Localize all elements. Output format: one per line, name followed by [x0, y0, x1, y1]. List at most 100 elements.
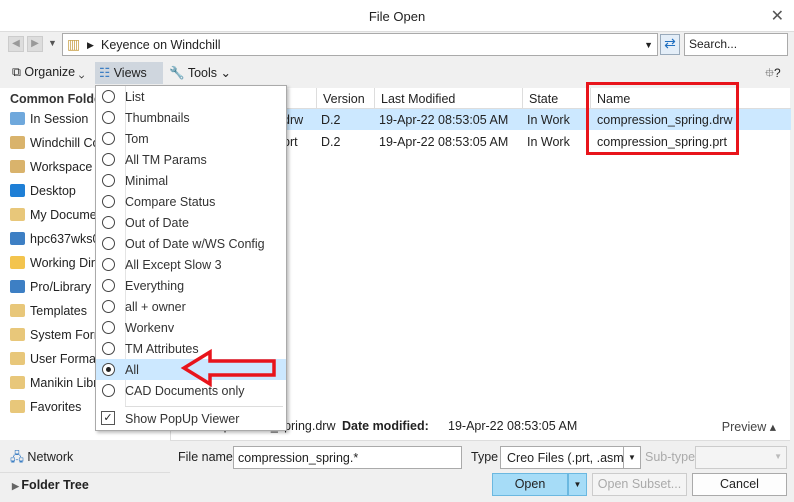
column-header-last-modified[interactable]: Last Modified [375, 88, 523, 109]
close-icon[interactable]: ✕ [771, 6, 784, 26]
radio-icon[interactable] [102, 111, 115, 124]
radio-icon[interactable] [102, 321, 115, 334]
windchill-server-icon: ▥ [67, 36, 81, 52]
sidebar-item-label: My Docume [30, 208, 97, 222]
menu-item-label: All Except Slow 3 [125, 258, 222, 272]
chevron-down-icon: ▼ [623, 447, 640, 468]
radio-icon[interactable] [102, 216, 115, 229]
radio-icon[interactable] [102, 384, 115, 397]
folder-icon [10, 256, 25, 269]
favorites-icon [10, 400, 25, 413]
chevron-down-icon: ▼ [774, 452, 782, 461]
radio-icon[interactable] [102, 342, 115, 355]
menu-item-label: Out of Date w/WS Config [125, 237, 265, 251]
sidebar-item[interactable]: My Docume [10, 208, 100, 222]
open-subset-button[interactable]: Open Subset... [592, 473, 687, 496]
radio-icon[interactable] [102, 132, 115, 145]
sidebar-item-label: Manikin Libr [30, 376, 98, 390]
sidebar-item[interactable]: Templates [10, 304, 100, 318]
menu-item[interactable]: Out of Date [96, 212, 286, 233]
menu-item-label: Thumbnails [125, 111, 190, 125]
address-dropdown-icon[interactable]: ▼ [644, 40, 653, 50]
menu-item-label: Minimal [125, 174, 169, 188]
workspace-icon [10, 160, 25, 173]
sidebar-item[interactable]: User Format [10, 352, 100, 366]
folder-icon [10, 304, 25, 317]
menu-item[interactable]: List [96, 86, 286, 107]
menu-item[interactable]: Thumbnails [96, 107, 286, 128]
cancel-button[interactable]: Cancel [692, 473, 787, 496]
history-dropdown-icon[interactable]: ▼ [48, 38, 57, 48]
folder-icon [10, 376, 25, 389]
menu-item-label: Compare Status [125, 195, 216, 209]
tools-icon: 🔧 [169, 66, 188, 80]
cell-state: In Work [527, 113, 570, 127]
menu-item[interactable]: All Except Slow 3 [96, 254, 286, 275]
views-menu[interactable]: ☷ Views ⌄ [95, 62, 163, 95]
sidebar-item[interactable]: hpc637wks0 [10, 232, 100, 246]
sidebar-item[interactable]: Favorites [10, 400, 100, 414]
radio-icon[interactable] [102, 237, 115, 250]
sidebar-item-network[interactable]: 🖧 Network [10, 448, 73, 469]
radio-icon[interactable] [102, 90, 115, 103]
type-select[interactable]: Creo Files (.prt, .asm, . ▼ [500, 446, 641, 469]
views-icon: ☷ [99, 66, 114, 80]
menu-item-show-popup-viewer[interactable]: ✓ Show PopUp Viewer [96, 408, 286, 429]
sidebar-item[interactable]: System Form [10, 328, 100, 342]
sidebar-item[interactable]: Workspace [10, 160, 100, 174]
cell-version: D.2 [321, 135, 341, 149]
expand-icon: ▶ [12, 481, 22, 491]
menu-item[interactable]: Compare Status [96, 191, 286, 212]
file-name-input[interactable]: compression_spring.* [233, 446, 462, 469]
folder-tree-label: Folder Tree [21, 478, 89, 492]
radio-icon[interactable] [102, 300, 115, 313]
menu-item[interactable]: Minimal [96, 170, 286, 191]
documents-icon [10, 208, 25, 221]
sidebar-item[interactable]: Manikin Libr [10, 376, 100, 390]
breadcrumb-path[interactable]: Keyence on Windchill [101, 38, 221, 52]
annotation-arrow-icon [180, 348, 276, 388]
column-header-state[interactable]: State [523, 88, 591, 109]
menu-item-label: Out of Date [125, 216, 189, 230]
menu-item-label: Workenv [125, 321, 175, 335]
back-button[interactable]: ◀ [8, 36, 24, 52]
radio-icon[interactable] [102, 153, 115, 166]
search-input[interactable]: Search... [684, 33, 788, 56]
sidebar-item[interactable]: Pro/Library [10, 280, 100, 294]
sidebar-item-label: System Form [30, 328, 100, 342]
checkbox-checked-icon[interactable]: ✓ [101, 411, 115, 425]
radio-icon[interactable] [102, 174, 115, 187]
subtype-select[interactable]: ▼ [695, 446, 787, 469]
cell-modified: 19-Apr-22 08:53:05 AM [379, 135, 509, 149]
menu-item[interactable]: Out of Date w/WS Config [96, 233, 286, 254]
radio-icon[interactable] [102, 279, 115, 292]
open-dropdown-button[interactable]: ▼ [568, 473, 587, 496]
status-date: 19-Apr-22 08:53:05 AM [448, 419, 578, 433]
help-cursor-icon[interactable]: ⯐? [765, 64, 781, 85]
menu-item[interactable]: Workenv [96, 317, 286, 338]
radio-icon[interactable] [102, 258, 115, 271]
open-button[interactable]: Open [492, 473, 568, 496]
menu-item[interactable]: Everything [96, 275, 286, 296]
column-header-version[interactable]: Version [317, 88, 375, 109]
organize-menu[interactable]: ⧉ Organize ⌄ [8, 62, 89, 84]
sidebar-item[interactable]: Working Dir [10, 256, 100, 270]
radio-icon[interactable] [102, 363, 115, 376]
sidebar-item[interactable]: Windchill Co [10, 136, 100, 150]
forward-button[interactable]: ▶ [27, 36, 43, 52]
file-name-label: File name: [178, 450, 237, 464]
tools-menu[interactable]: 🔧 Tools ⌄ [165, 62, 235, 84]
address-bar[interactable]: ▥ ▶ Keyence on Windchill ▼ [62, 33, 658, 56]
radio-icon[interactable] [102, 195, 115, 208]
menu-item[interactable]: Tom [96, 128, 286, 149]
folder-tree-toggle[interactable]: ▶ Folder Tree [12, 478, 89, 492]
refresh-icon[interactable]: ⇄ [660, 34, 680, 55]
preview-toggle[interactable]: Preview ▴ [722, 419, 776, 434]
sidebar-item-label: User Format [30, 352, 100, 366]
desktop-icon [10, 184, 25, 197]
status-date-label: Date modified: [342, 419, 429, 433]
sidebar-item[interactable]: Desktop [10, 184, 100, 198]
menu-item[interactable]: all + owner [96, 296, 286, 317]
sidebar-item[interactable]: In Session [10, 112, 100, 126]
menu-item[interactable]: All TM Params [96, 149, 286, 170]
